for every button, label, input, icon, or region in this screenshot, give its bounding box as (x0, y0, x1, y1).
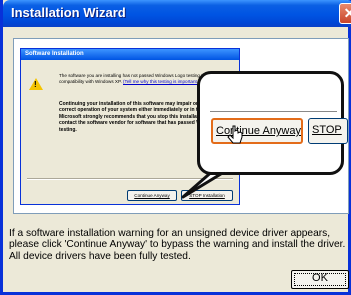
installation-wizard-window: Installation Wizard ✕ Software Installat… (0, 0, 351, 295)
dialog-separator (27, 178, 233, 180)
mouse-pointer-icon (227, 125, 243, 144)
tell-me-why-link[interactable]: (Tell me why this testing is important.) (123, 79, 200, 84)
ok-button[interactable]: OK (291, 270, 349, 289)
callout-divider (210, 111, 337, 112)
dialog-stop-installation-button[interactable]: STOP Installation (181, 190, 233, 201)
callout-stop-button[interactable]: STOP (308, 118, 348, 144)
callout-continue-anyway-button[interactable]: Continue Anyway (211, 118, 303, 144)
close-icon[interactable]: ✕ (339, 3, 351, 24)
dialog-title: Software Installation (21, 49, 239, 60)
warning-icon: ! (29, 78, 43, 90)
window-title: Installation Wizard (11, 5, 126, 20)
dialog-continue-anyway-button[interactable]: Continue Anyway (127, 190, 177, 201)
title-bar[interactable]: Installation Wizard ✕ (3, 0, 351, 27)
zoom-callout: Continue Anyway STOP (197, 71, 348, 175)
footer-instructions: If a software installation warning for a… (9, 228, 346, 262)
